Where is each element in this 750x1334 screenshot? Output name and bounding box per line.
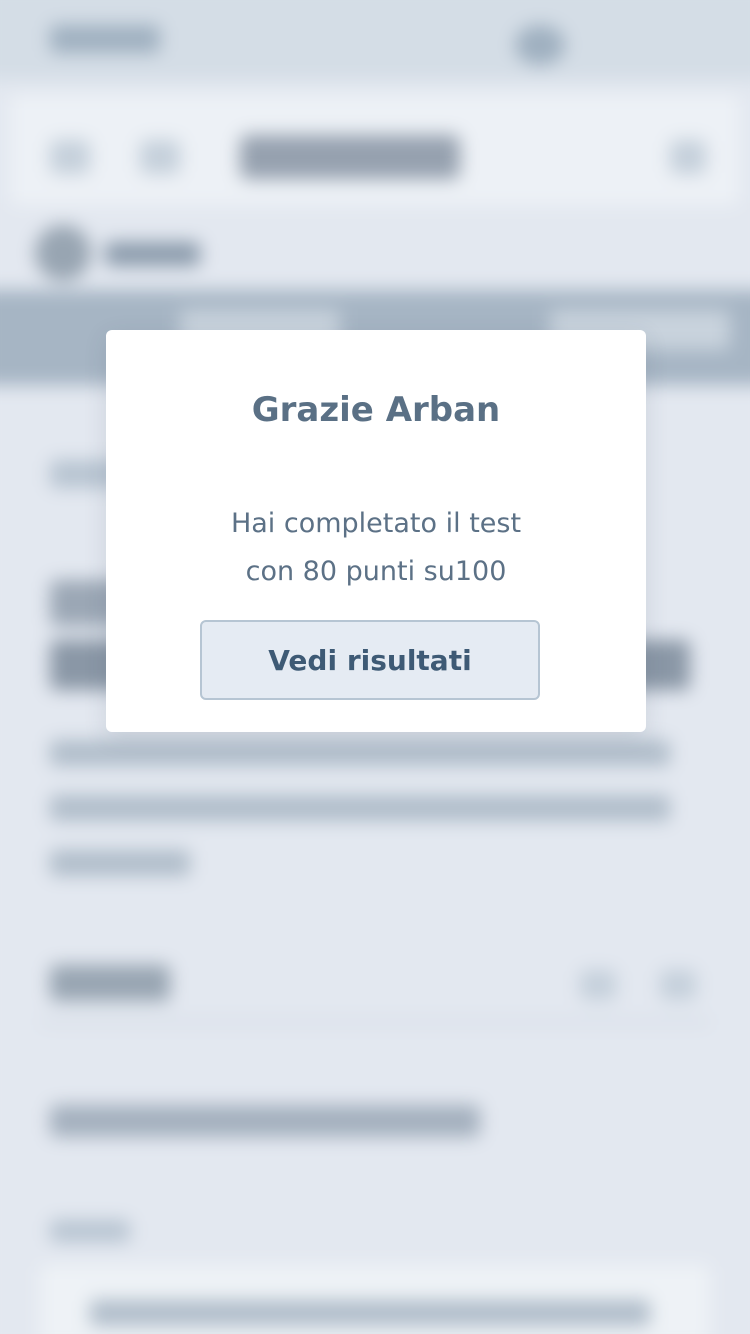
close-icon (670, 140, 706, 174)
status-icon (515, 25, 565, 65)
dialog-message-line: Hai completato il test (230, 508, 522, 539)
user-name (105, 242, 200, 266)
section-icon (580, 970, 616, 1000)
view-results-button[interactable]: Vedi risultati (200, 620, 540, 700)
divider (40, 1020, 710, 1024)
section-icon (660, 970, 696, 1000)
dialog-title: Grazie Arban (251, 390, 501, 430)
description-text (50, 850, 190, 876)
field-label (50, 1220, 130, 1242)
avatar (35, 225, 91, 281)
header-title (240, 135, 460, 179)
dialog-message: Hai completato il test con 80 punti su10… (106, 500, 646, 596)
answer-text (90, 1300, 650, 1326)
result-dialog: Grazie Arban Hai completato il test con … (106, 330, 646, 732)
status-time (50, 25, 160, 53)
back-icon (50, 140, 90, 174)
section-title (50, 965, 170, 1001)
description-text (50, 740, 670, 766)
question-text (50, 1105, 480, 1137)
description-text (50, 795, 670, 821)
menu-icon (140, 140, 180, 174)
dialog-message-line: con 80 punti su100 (245, 556, 507, 587)
